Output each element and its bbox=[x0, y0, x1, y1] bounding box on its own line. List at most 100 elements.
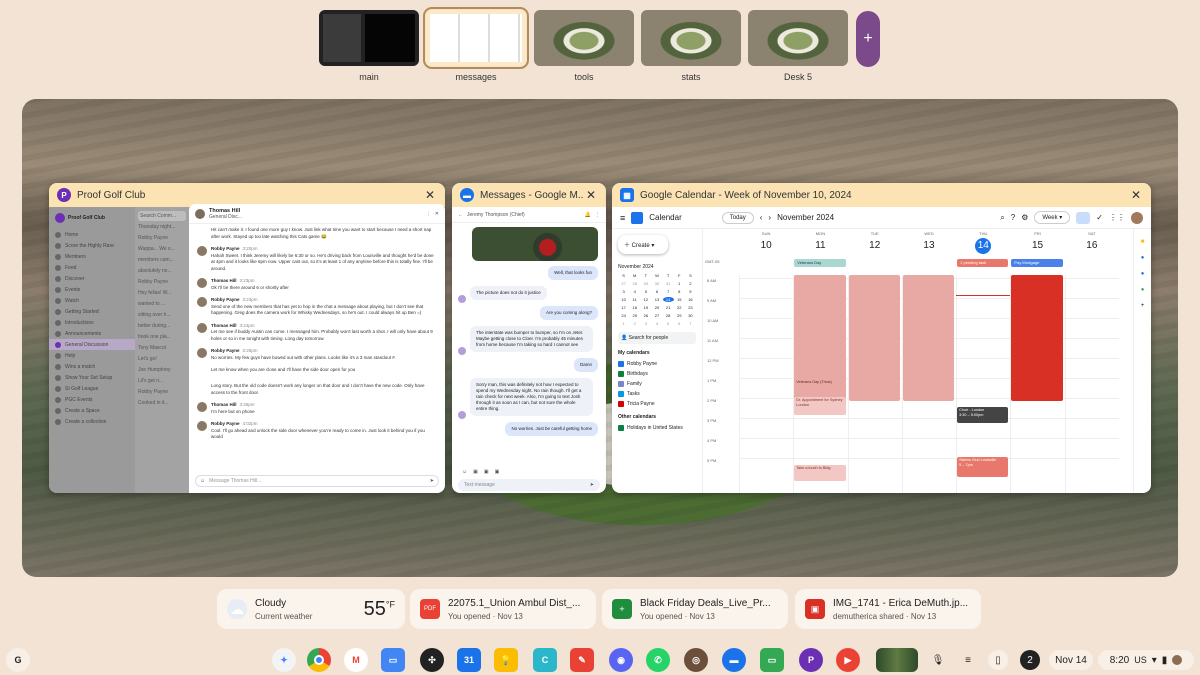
avatar[interactable] bbox=[1131, 211, 1143, 224]
image-icon[interactable]: ▣ bbox=[495, 469, 500, 475]
mini-date[interactable]: 2 bbox=[685, 281, 696, 286]
more-icon[interactable]: ⋮ bbox=[595, 212, 600, 218]
pen-icon[interactable]: ✎ bbox=[570, 648, 594, 672]
notification-badge[interactable]: 2 bbox=[1020, 650, 1040, 670]
mini-date[interactable]: 28 bbox=[663, 313, 674, 318]
mini-date[interactable]: 16 bbox=[685, 297, 696, 302]
recent-file-sheet[interactable]: + Black Friday Deals_Live_Pr... You opene… bbox=[602, 589, 788, 629]
desk-messages[interactable]: messages bbox=[423, 7, 529, 82]
sidebar-item[interactable]: Home bbox=[49, 229, 135, 240]
mini-date[interactable]: 30 bbox=[651, 281, 662, 286]
contacts-icon[interactable]: ● bbox=[1141, 271, 1145, 277]
help-icon[interactable]: ? bbox=[1011, 213, 1015, 222]
day-header[interactable]: THU 14 bbox=[956, 229, 1010, 257]
sidebar-item[interactable]: Create a Space bbox=[49, 405, 135, 416]
checkbox-icon[interactable] bbox=[618, 361, 624, 367]
message-bubble[interactable]: No worries. Just be careful getting home bbox=[505, 422, 598, 436]
feed-snippet[interactable]: Robby Payne bbox=[138, 279, 186, 290]
desk-main[interactable]: main bbox=[319, 10, 419, 82]
launcher-button[interactable]: G bbox=[6, 648, 30, 672]
calendar-view-icon[interactable] bbox=[1076, 211, 1091, 224]
message-bubble[interactable]: Damn bbox=[573, 358, 598, 372]
mini-date[interactable]: 15 bbox=[674, 297, 685, 302]
mini-date[interactable]: 11 bbox=[629, 297, 640, 302]
calendar-list-item[interactable]: Robby Payne bbox=[618, 359, 696, 369]
close-icon[interactable]: ✕ bbox=[435, 211, 439, 217]
photos-icon[interactable] bbox=[876, 648, 918, 672]
calendar-icon[interactable]: 31 bbox=[457, 648, 481, 672]
date-chip[interactable]: Nov 14 bbox=[1049, 650, 1093, 670]
proof-icon[interactable]: P bbox=[799, 648, 823, 672]
feed-snippet[interactable]: Joe Humphrey bbox=[138, 367, 186, 378]
feed-snippet[interactable]: sitting over h... bbox=[138, 312, 186, 323]
calendar-list-item[interactable]: Tricia Payne bbox=[618, 399, 696, 409]
mini-date[interactable]: 23 bbox=[685, 305, 696, 310]
mini-date[interactable]: 26 bbox=[640, 313, 651, 318]
sidebar-item[interactable]: Wins a match bbox=[49, 361, 135, 372]
mini-date[interactable]: 6 bbox=[651, 289, 662, 294]
today-button[interactable]: Today bbox=[721, 211, 754, 224]
feed-snippet[interactable]: Wappa... We s... bbox=[138, 246, 186, 257]
mini-date[interactable]: 4 bbox=[651, 321, 662, 326]
day-header[interactable]: WED 13 bbox=[902, 229, 956, 257]
checkbox-icon[interactable] bbox=[618, 391, 624, 397]
emoji-icon[interactable]: ☺ bbox=[462, 469, 467, 475]
message-bubble[interactable]: The interstate was bumper to bumper, so … bbox=[470, 326, 594, 352]
mini-date[interactable]: 18 bbox=[629, 305, 640, 310]
files-icon[interactable]: ▭ bbox=[381, 648, 405, 672]
whatsapp-icon[interactable]: ✆ bbox=[646, 648, 670, 672]
sidebar-item[interactable]: Introductions bbox=[49, 317, 135, 328]
sidebar-item[interactable]: Getting Started bbox=[49, 306, 135, 317]
mini-date[interactable]: 5 bbox=[640, 289, 651, 294]
calendar-event-block[interactable] bbox=[848, 275, 900, 401]
phone-icon[interactable]: ▯ bbox=[988, 650, 1008, 670]
sidebar-item[interactable]: Events bbox=[49, 284, 135, 295]
prev-icon[interactable]: ‹ bbox=[760, 213, 763, 222]
day-header[interactable]: FRI 15 bbox=[1010, 229, 1064, 257]
feed-snippet[interactable]: Cooked in it... bbox=[138, 400, 186, 411]
mini-date[interactable]: 24 bbox=[618, 313, 629, 318]
message-bubble[interactable]: Well, that looks fun bbox=[548, 266, 598, 280]
day-header[interactable]: MON 11 bbox=[793, 229, 847, 257]
canvas-icon[interactable]: C bbox=[533, 648, 557, 672]
keep-icon[interactable]: ■ bbox=[1141, 239, 1145, 245]
all-day-event[interactable]: Veterans Day bbox=[794, 259, 846, 267]
youtube-music-icon[interactable]: ▶ bbox=[836, 648, 860, 672]
app-icon[interactable]: ✣ bbox=[420, 648, 444, 672]
desk-5[interactable]: Desk 5 bbox=[748, 10, 848, 82]
sidebar-item[interactable]: SI Golf League bbox=[49, 383, 135, 394]
sidebar-item[interactable]: Members bbox=[49, 251, 135, 262]
sidebar-item[interactable]: Create a collection bbox=[49, 416, 135, 427]
window-proof-golf-club[interactable]: P Proof Golf Club ✕ Proof Golf Club Home… bbox=[49, 183, 445, 493]
mini-date[interactable]: 13 bbox=[651, 297, 662, 302]
sidebar-item[interactable]: Discover bbox=[49, 273, 135, 284]
create-button[interactable]: ＋ Create ▾ bbox=[618, 235, 668, 254]
tasks-icon[interactable]: ● bbox=[1141, 255, 1145, 261]
settings-icon[interactable]: ⚙ bbox=[1021, 213, 1028, 222]
mini-date[interactable]: 7 bbox=[685, 321, 696, 326]
chrome-icon[interactable] bbox=[307, 648, 331, 672]
mini-date[interactable]: 5 bbox=[663, 321, 674, 326]
feed-snippet[interactable]: better during... bbox=[138, 323, 186, 334]
mini-date[interactable]: 6 bbox=[674, 321, 685, 326]
mini-date[interactable]: 30 bbox=[685, 313, 696, 318]
day-header[interactable]: TUE 12 bbox=[848, 229, 902, 257]
mini-date[interactable]: 4 bbox=[629, 289, 640, 294]
message-bubble[interactable]: The picture does not do it justice bbox=[470, 286, 547, 300]
close-icon[interactable]: ✕ bbox=[584, 188, 598, 202]
feed-snippet[interactable]: Lil's get ri... bbox=[138, 378, 186, 389]
discord-icon[interactable]: ◉ bbox=[609, 648, 633, 672]
mini-date[interactable]: 17 bbox=[618, 305, 629, 310]
recent-file-image[interactable]: ▣ IMG_1741 - Erica DeMuth.jp... demutheri… bbox=[795, 589, 981, 629]
message-bubble[interactable]: Sorry man, this was definitely not how I… bbox=[470, 378, 594, 416]
sms-send-icon[interactable]: ➤ bbox=[590, 482, 594, 488]
mini-date[interactable]: 14 bbox=[662, 297, 674, 302]
calendar-event[interactable]: Take a lunch to Bldg bbox=[794, 465, 846, 481]
shared-photo[interactable] bbox=[472, 227, 598, 261]
feed-snippet[interactable]: Hey fellas! W... bbox=[138, 290, 186, 301]
desk-stats[interactable]: stats bbox=[641, 10, 741, 82]
close-icon[interactable]: ✕ bbox=[1129, 188, 1143, 202]
calendar-list-item[interactable]: Birthdays bbox=[618, 369, 696, 379]
search-input[interactable]: Search Comm... bbox=[138, 211, 186, 221]
calendar-event[interactable]: Choir - London 3:30 – 5:00pm bbox=[957, 407, 1009, 423]
